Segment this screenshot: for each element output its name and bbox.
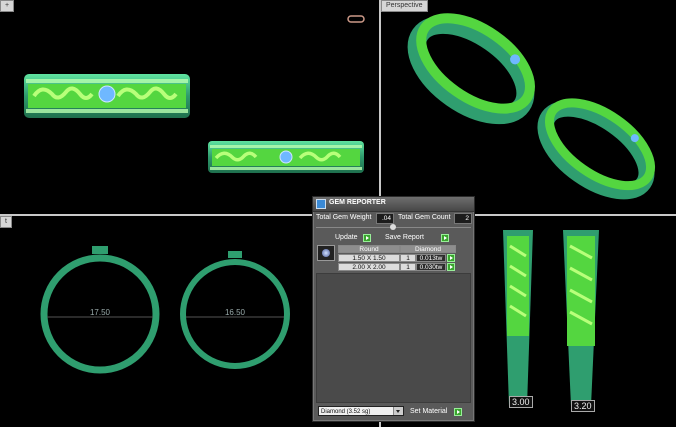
total-count-label: Total Gem Count bbox=[398, 214, 451, 221]
set-material-label: Set Material bbox=[410, 408, 448, 415]
slider-knob[interactable] bbox=[390, 224, 396, 230]
material-row: Diamond (3.52 sg) Set Material bbox=[316, 406, 471, 417]
ring-front-large bbox=[24, 74, 190, 118]
row-2-size[interactable]: 2.00 X 2.00 bbox=[338, 263, 400, 271]
total-weight-label: Total Gem Weight bbox=[316, 214, 372, 221]
gem-reporter-icon bbox=[316, 199, 326, 209]
material-select[interactable]: Diamond (3.52 sg) bbox=[318, 406, 404, 416]
total-weight-value: .04 bbox=[376, 213, 394, 224]
ring-front-views bbox=[24, 15, 365, 173]
dim-large: 17.50 bbox=[90, 308, 111, 317]
total-count-value: 2 bbox=[454, 213, 472, 224]
shank-right bbox=[563, 230, 599, 406]
viewport-label[interactable]: + bbox=[0, 0, 15, 12]
dim-small: 16.50 bbox=[225, 308, 246, 317]
update-button[interactable]: Update bbox=[335, 233, 371, 243]
material-select-value: Diamond (3.52 sg) bbox=[321, 409, 371, 415]
viewport-perspective[interactable]: Perspective bbox=[381, 0, 676, 214]
save-report-button[interactable]: Save Report bbox=[385, 233, 449, 243]
round-gem-icon bbox=[317, 245, 335, 261]
viewport-label-perspective[interactable]: Perspective bbox=[381, 0, 428, 12]
update-label: Update bbox=[335, 234, 358, 241]
dim-shank-right: 3.20 bbox=[571, 400, 595, 412]
viewport-top-left[interactable]: + bbox=[0, 0, 379, 214]
row-2-go-icon[interactable] bbox=[447, 263, 455, 271]
dim-shank-left: 3.00 bbox=[509, 396, 533, 408]
gem-list-area[interactable] bbox=[316, 273, 471, 403]
gem-reporter-panel: GEM REPORTER Total Gem Weight .04 Total … bbox=[312, 196, 475, 422]
separator-slider[interactable] bbox=[316, 224, 471, 230]
shank-left bbox=[503, 230, 533, 406]
row-2-count: 1 bbox=[400, 263, 416, 271]
ring-perspective-views bbox=[407, 13, 656, 200]
totals-row: Total Gem Weight .04 Total Gem Count 2 bbox=[316, 213, 472, 224]
chevron-down-icon[interactable] bbox=[393, 407, 403, 415]
gem-reporter-title: GEM REPORTER bbox=[329, 199, 386, 206]
row-1-count: 1 bbox=[400, 254, 416, 262]
row-1-weight: 0.013tw bbox=[416, 254, 446, 262]
save-report-go-icon[interactable] bbox=[441, 234, 449, 242]
set-material-button[interactable]: Set Material bbox=[410, 407, 462, 417]
viewport-label-bottom-left[interactable]: t bbox=[0, 216, 12, 228]
save-report-label: Save Report bbox=[385, 234, 424, 241]
row-1-size[interactable]: 1.50 X 1.50 bbox=[338, 254, 400, 262]
row-1-go-icon[interactable] bbox=[447, 254, 455, 262]
gem-reporter-titlebar[interactable]: GEM REPORTER bbox=[313, 197, 474, 212]
ring-front-small bbox=[208, 141, 364, 173]
update-go-icon[interactable] bbox=[363, 234, 371, 242]
row-2-weight: 0.030tw bbox=[416, 263, 446, 271]
set-material-go-icon[interactable] bbox=[454, 408, 462, 416]
column-header-shape: Round bbox=[338, 245, 400, 253]
column-header-material: Diamond bbox=[400, 245, 456, 253]
